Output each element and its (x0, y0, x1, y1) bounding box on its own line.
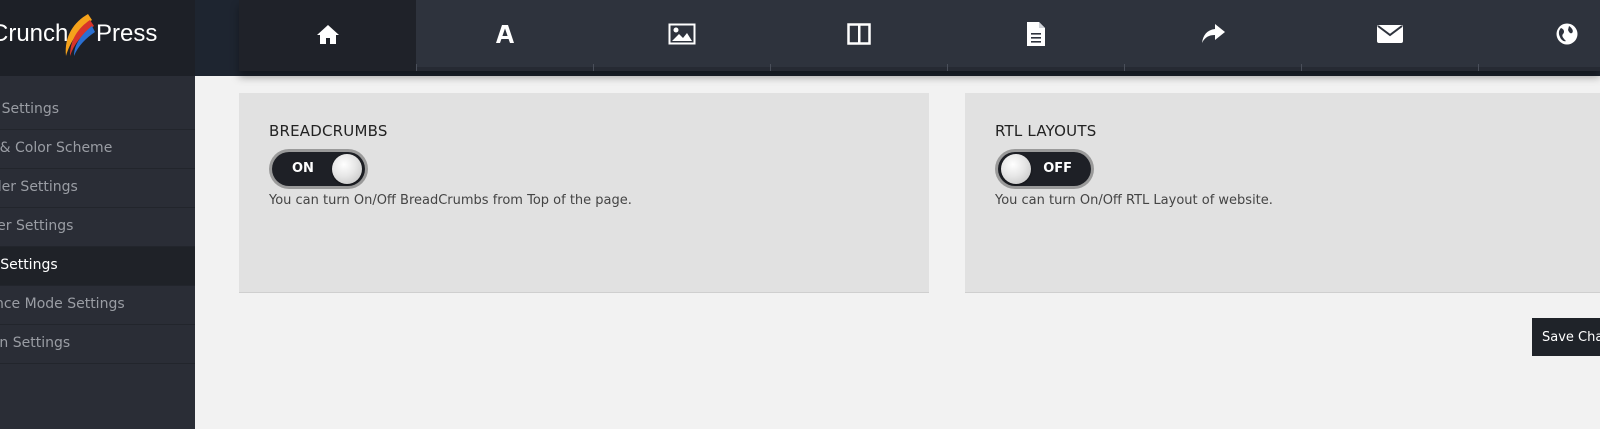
tab-global[interactable] (1478, 0, 1600, 71)
sidebar-item-label: Other Settings (0, 257, 58, 273)
tab-home[interactable] (239, 0, 416, 71)
tab-media[interactable] (593, 0, 770, 71)
logo-text-right: Press (96, 20, 158, 47)
sidebar-item-translation[interactable]: Translation Settings (0, 325, 195, 364)
sidebar: Crunch Press General Settings Style & Co… (0, 0, 195, 429)
sidebar-item-label: Translation Settings (0, 335, 71, 351)
image-icon (668, 23, 695, 44)
toggle-knob[interactable] (1001, 154, 1031, 184)
app-root: Crunch Press General Settings Style & Co… (0, 0, 1600, 429)
sidebar-item-footer[interactable]: Footer Settings (0, 208, 195, 247)
sidebar-item-label: Maintenance Mode Settings (0, 296, 125, 312)
sidebar-item-style[interactable]: Style & Color Scheme (0, 130, 195, 169)
sidebar-menu: General Settings Style & Color Scheme He… (0, 91, 195, 364)
sidebar-item-label: Header Settings (0, 179, 78, 195)
tab-contact[interactable] (1301, 0, 1478, 71)
breadcrumbs-title: BREADCRUMBS (269, 122, 388, 140)
font-icon (495, 24, 514, 43)
toggle-track: OFF (998, 152, 1091, 186)
tab-bar (239, 0, 1600, 71)
rtl-toggle[interactable]: OFF (995, 149, 1094, 189)
logo-swoosh-icon (65, 14, 95, 56)
rtl-title: RTL LAYOUTS (995, 122, 1097, 140)
document-icon (1026, 21, 1045, 46)
tab-pages[interactable] (947, 0, 1124, 71)
columns-icon (846, 22, 871, 45)
share-icon (1201, 23, 1225, 43)
toggle-state-label: ON (292, 161, 314, 176)
save-changes-button[interactable]: Save Changes (1532, 318, 1600, 356)
logo[interactable]: Crunch Press (0, 0, 195, 76)
sidebar-item-maintenance[interactable]: Maintenance Mode Settings (0, 286, 195, 325)
tab-layout[interactable] (770, 0, 947, 71)
globe-icon (1556, 23, 1577, 44)
sidebar-item-header[interactable]: Header Settings (0, 169, 195, 208)
sidebar-item-label: Footer Settings (0, 218, 74, 234)
sidebar-item-general[interactable]: General Settings (0, 91, 195, 130)
top-nav (195, 0, 1600, 76)
home-icon (316, 24, 339, 44)
toggle-state-label: OFF (1043, 161, 1072, 176)
envelope-icon (1376, 24, 1403, 43)
breadcrumbs-toggle[interactable]: ON (269, 149, 368, 189)
toggle-track: ON (272, 152, 365, 186)
toggle-knob[interactable] (332, 154, 362, 184)
rtl-description: You can turn On/Off RTL Layout of websit… (995, 193, 1273, 208)
tab-social[interactable] (1124, 0, 1301, 71)
breadcrumbs-panel: BREADCRUMBS ON You can turn On/Off Bread… (239, 93, 929, 293)
rtl-panel: RTL LAYOUTS OFF You can turn On/Off RTL … (965, 93, 1600, 293)
sidebar-item-label: Style & Color Scheme (0, 140, 113, 156)
breadcrumbs-description: You can turn On/Off BreadCrumbs from Top… (269, 193, 632, 208)
sidebar-item-label: General Settings (0, 101, 60, 117)
tab-typography[interactable] (416, 0, 593, 71)
sidebar-item-other[interactable]: Other Settings (0, 247, 195, 286)
